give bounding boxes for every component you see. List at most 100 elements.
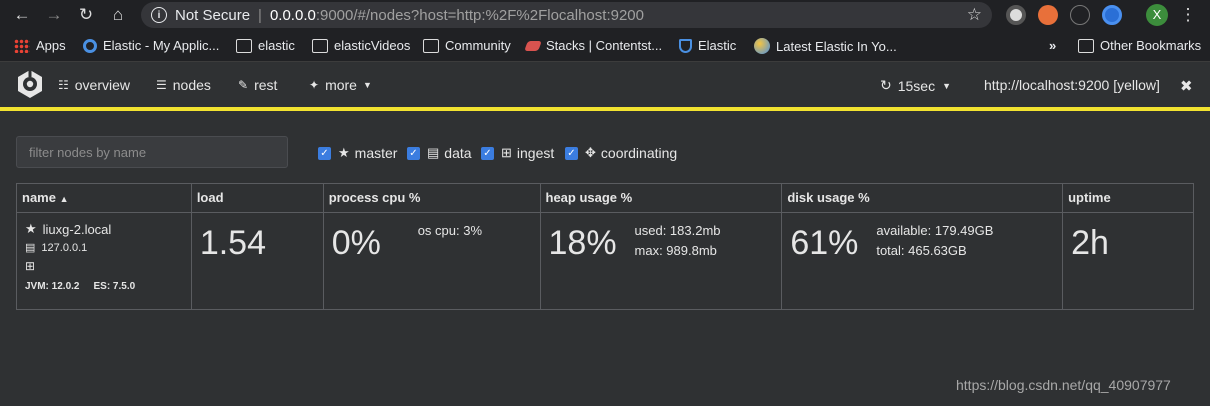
col-header-uptime[interactable]: uptime — [1062, 183, 1194, 213]
bookmark-label: Apps — [36, 38, 66, 53]
header-label: name — [22, 190, 56, 205]
filter-ingest-checkbox[interactable]: ✓ ⊞ ingest — [481, 145, 554, 161]
es-version: ES: 7.5.0 — [93, 281, 136, 292]
magic-wand-icon: ✦ — [309, 78, 320, 92]
cpu-value: 0% — [331, 224, 381, 262]
heap-value: 18% — [548, 224, 617, 262]
bookmark-community-folder[interactable]: Community — [423, 38, 511, 53]
edit-icon: ✎ — [238, 78, 249, 92]
bookmark-latest-elastic[interactable]: Latest Elastic In Yo... — [754, 38, 897, 54]
bookmark-label: Community — [445, 38, 511, 53]
refresh-icon: ↻ — [880, 77, 892, 93]
folder-icon — [236, 38, 252, 53]
checkbox-checked[interactable]: ✓ — [407, 146, 420, 160]
crosshair-icon: ✥ — [585, 145, 596, 160]
back-icon[interactable]: ← — [6, 0, 38, 30]
disk-total: total: 465.63GB — [876, 243, 967, 258]
col-header-cpu[interactable]: process cpu % — [322, 183, 541, 213]
menu-dots-icon[interactable]: ⋮ — [1172, 0, 1204, 30]
checkbox-checked[interactable]: ✓ — [481, 146, 494, 160]
col-header-name[interactable]: name ▲ — [16, 183, 192, 213]
nav-label: rest — [254, 77, 278, 93]
stacks-icon — [524, 40, 542, 51]
bookmark-apps[interactable]: Apps — [14, 38, 66, 53]
bookmark-elastic-folder[interactable]: elastic — [236, 38, 295, 53]
sitemap-icon: ☷ — [58, 78, 69, 92]
other-bookmarks[interactable]: Other Bookmarks — [1078, 38, 1201, 53]
nav-label: more — [325, 77, 357, 93]
extension-icon[interactable] — [1070, 5, 1090, 25]
bookmarks-bar: Apps Elastic - My Applic... elastic elas… — [0, 30, 1210, 62]
uptime-value: 2h — [1071, 224, 1109, 262]
extension-icon[interactable] — [1006, 5, 1026, 25]
filter-nodes-input[interactable] — [16, 136, 288, 168]
os-cpu: os cpu: 3% — [417, 223, 483, 238]
filter-label: ingest — [516, 145, 555, 161]
disk-available: available: 179.49GB — [876, 223, 994, 238]
forward-icon[interactable]: → — [38, 0, 70, 30]
bookmark-label: Elastic — [698, 38, 737, 53]
elastic-shield-icon — [679, 38, 692, 53]
reload-icon[interactable]: ↻ — [70, 0, 102, 30]
ingest-crop-icon: ⊞ — [25, 259, 36, 273]
heap-max: max: 989.8mb — [634, 243, 717, 258]
jvm-version: JVM: 12.0.2 — [25, 281, 80, 292]
uptime-cell: 2h — [1062, 212, 1194, 310]
home-icon[interactable]: ⌂ — [102, 0, 134, 30]
nav-overview[interactable]: ☷ overview — [58, 77, 130, 93]
folder-icon — [1078, 38, 1094, 53]
bookmark-star-icon[interactable]: ☆ — [967, 5, 982, 25]
address-separator: | — [258, 6, 262, 24]
col-header-disk[interactable]: disk usage % — [781, 183, 1064, 213]
node-ip: 127.0.0.1 — [41, 241, 88, 254]
star-icon: ★ — [338, 145, 350, 160]
nav-rest[interactable]: ✎ rest — [238, 77, 277, 93]
url-path: :9000/#/nodes?host=http:%2F%2Flocalhost:… — [315, 6, 644, 24]
bookmark-label: Other Bookmarks — [1100, 38, 1202, 53]
filter-master-checkbox[interactable]: ✓ ★ master — [318, 145, 397, 161]
checkbox-checked[interactable]: ✓ — [318, 146, 331, 160]
hdd-icon: ▤ — [25, 242, 36, 254]
filter-label: coordinating — [600, 145, 678, 161]
extension-icon[interactable] — [1038, 5, 1058, 25]
table-header-row: name ▲ load process cpu % heap usage % d… — [16, 183, 1194, 213]
filter-label: master — [354, 145, 398, 161]
folder-icon — [423, 38, 439, 53]
node-name[interactable]: liuxg-2.local — [43, 222, 112, 237]
nodes-table: name ▲ load process cpu % heap usage % d… — [16, 183, 1194, 310]
nav-label: overview — [74, 77, 131, 93]
sort-asc-icon: ▲ — [59, 194, 69, 204]
master-star-icon: ★ — [25, 221, 37, 236]
nav-nodes[interactable]: ☰ nodes — [156, 77, 211, 93]
extension-icon[interactable] — [1102, 5, 1122, 25]
browser-toolbar: ← → ↻ ⌂ i Not Secure | 0.0.0.0:9000/#/no… — [0, 0, 1210, 30]
col-header-load[interactable]: load — [190, 183, 324, 213]
nav-more-dropdown[interactable]: ✦ more ▼ — [309, 77, 372, 93]
bookmarks-overflow-button[interactable]: » — [1049, 38, 1056, 53]
bookmark-label: Stacks | Contentst... — [546, 38, 663, 53]
hdd-icon: ▤ — [427, 145, 440, 160]
refresh-interval-dropdown[interactable]: ↻ 15sec ▼ — [880, 77, 951, 94]
bookmark-label: Elastic - My Applic... — [103, 38, 220, 53]
address-bar[interactable]: i Not Secure | 0.0.0.0:9000/#/nodes?host… — [141, 2, 992, 28]
crop-icon: ⊞ — [501, 145, 512, 160]
elastic-cloud-icon — [83, 38, 97, 53]
bookmark-label: elastic — [258, 38, 295, 53]
cerebro-logo-icon[interactable] — [14, 68, 46, 100]
app-header: ☷ overview ☰ nodes ✎ rest ✦ more ▼ ↻ 15s… — [0, 62, 1210, 107]
nav-label: nodes — [172, 77, 211, 93]
filter-data-checkbox[interactable]: ✓ ▤ data — [407, 145, 472, 161]
profile-avatar[interactable]: X — [1146, 4, 1168, 26]
checkbox-checked[interactable]: ✓ — [565, 146, 578, 160]
bookmark-elastic-app[interactable]: Elastic - My Applic... — [83, 38, 219, 53]
bookmark-elastic[interactable]: Elastic — [679, 38, 736, 53]
bookmark-elasticvideos-folder[interactable]: elasticVideos — [312, 38, 410, 53]
refresh-label: 15sec — [897, 77, 936, 94]
info-icon[interactable]: i — [151, 7, 167, 23]
caret-down-icon: ▼ — [362, 80, 372, 90]
disconnect-plug-icon[interactable]: ✖ — [1180, 77, 1193, 95]
bookmark-stacks[interactable]: Stacks | Contentst... — [524, 38, 663, 53]
cluster-status[interactable]: http://localhost:9200 [yellow] — [984, 77, 1160, 93]
filter-coordinating-checkbox[interactable]: ✓ ✥ coordinating — [565, 145, 677, 161]
col-header-heap[interactable]: heap usage % — [539, 183, 783, 213]
